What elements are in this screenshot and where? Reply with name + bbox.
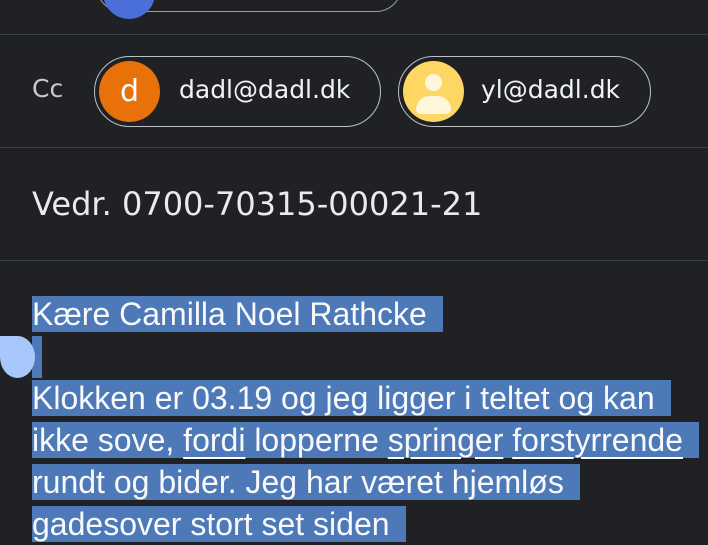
divider	[0, 260, 708, 261]
avatar: d	[99, 61, 160, 122]
recipient-email: dadl@dadl.dk	[179, 75, 351, 104]
spell-check-word[interactable]: springer	[388, 422, 504, 458]
cc-recipient-chip-dadl[interactable]: d dadl@dadl.dk	[94, 56, 381, 127]
subject-field[interactable]: Vedr. 0700-70315-00021-21	[32, 185, 482, 223]
spell-check-word[interactable]: fordi	[183, 422, 245, 458]
to-recipient-chip[interactable]	[96, 0, 402, 19]
body-text: lopperne	[245, 422, 388, 458]
body-text: rundt og bider. Jeg har været hjemløs ga…	[32, 464, 564, 542]
message-body[interactable]: Kære Camilla Noel Rathcke Klokken er 03.…	[32, 293, 699, 545]
spell-check-word[interactable]: forstyrrende	[512, 422, 683, 458]
selection-handle-icon[interactable]	[0, 336, 35, 378]
body-text	[503, 422, 512, 458]
cc-label: Cc	[32, 74, 64, 103]
divider	[0, 147, 708, 148]
recipient-email: yl@dadl.dk	[481, 75, 621, 104]
body-greeting: Kære Camilla Noel Rathcke	[32, 296, 443, 332]
person-avatar-icon	[403, 61, 464, 122]
divider	[0, 34, 708, 35]
avatar	[103, 0, 155, 19]
cc-recipient-chip-yl[interactable]: yl@dadl.dk	[398, 56, 651, 127]
